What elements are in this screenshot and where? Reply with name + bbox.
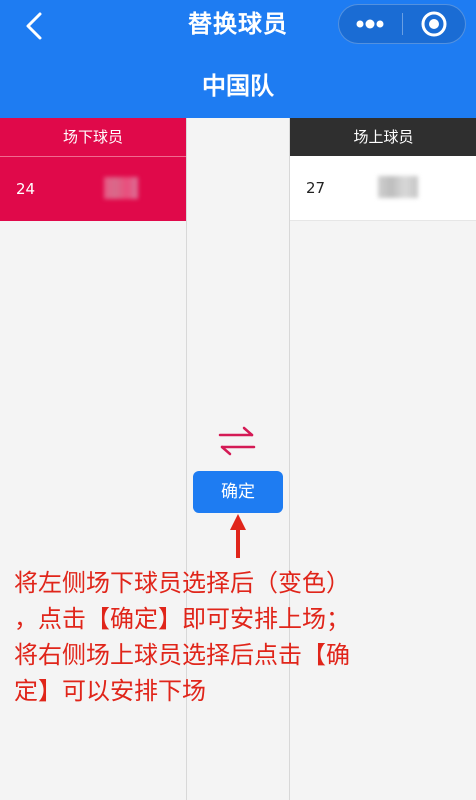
player-number: 24: [16, 180, 36, 198]
instruction-annotation: 将左侧场下球员选择后（变色） ，点击【确定】即可安排上场； 将右侧场上球员选择后…: [14, 569, 350, 705]
team-name: 中国队: [202, 72, 274, 100]
close-button[interactable]: [402, 4, 465, 44]
player-name-blurred: [104, 177, 138, 199]
target-circle-icon: [421, 11, 447, 37]
arrow-up-icon: [230, 514, 246, 558]
top-bar: 替换球员 中国队: [0, 0, 476, 118]
court-player-row[interactable]: 27: [290, 156, 476, 221]
confirm-button[interactable]: 确定: [193, 471, 283, 513]
substitution-screen: 替换球员 中国队 场下球员 24 场上球员 27 确定 将左侧场下球员选择后（变…: [0, 0, 476, 800]
bench-header: 场下球员: [0, 118, 186, 157]
player-number: 27: [306, 179, 326, 197]
player-name-blurred: [378, 176, 418, 198]
swap-arrows-icon: [218, 426, 256, 456]
more-button[interactable]: [339, 4, 402, 44]
bench-player-row[interactable]: 24: [0, 157, 186, 221]
court-header: 场上球员: [290, 118, 476, 156]
mini-program-capsule: [338, 4, 466, 44]
more-dots-icon: [356, 19, 384, 29]
